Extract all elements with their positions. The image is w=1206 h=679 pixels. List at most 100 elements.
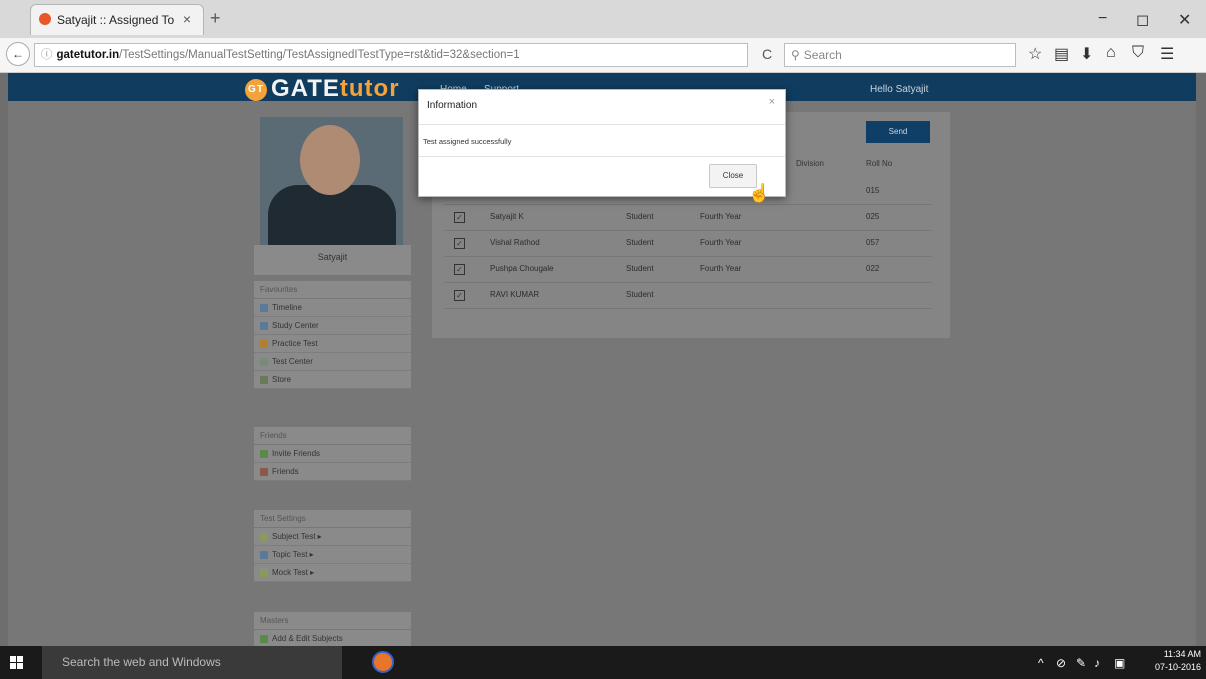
menu-study-center[interactable]: Study Center (254, 317, 411, 335)
menu-subject-test[interactable]: Subject Test ▸ (254, 528, 411, 546)
name-cell: Satyajit K (490, 212, 524, 221)
restore-button[interactable]: ◻ (1136, 10, 1149, 30)
tab-close-icon[interactable]: × (183, 11, 191, 27)
role-cell: Student (626, 238, 654, 247)
store-icon (260, 375, 268, 384)
logo-sub: tutor (339, 75, 400, 102)
downloads-icon[interactable]: ⬇ (1080, 44, 1093, 64)
reload-button[interactable]: C (756, 43, 778, 65)
masters-title: Masters (254, 612, 411, 630)
home-icon[interactable]: ⌂ (1106, 44, 1116, 62)
menu-label: Study Center (272, 321, 319, 330)
menu-icon[interactable]: ☰ (1160, 44, 1174, 64)
row-checkbox[interactable]: ✓ (454, 264, 465, 275)
search-icon: ⚲ (791, 48, 800, 62)
invite-friends-icon (260, 449, 268, 458)
network-icon[interactable]: ⊘ (1056, 656, 1066, 670)
column-header-roll-no: Roll No (866, 159, 893, 168)
pen-icon[interactable]: ✎ (1076, 656, 1086, 670)
system-clock[interactable]: 11:34 AM 07-10-2016 (1155, 648, 1201, 674)
favourites-section: Favourites Timeline Study Center Practic… (254, 281, 411, 389)
timeline-icon (260, 303, 268, 312)
row-checkbox[interactable]: ✓ (454, 290, 465, 301)
bookmark-star-icon[interactable]: ☆ (1028, 44, 1042, 64)
roll-cell: 015 (866, 186, 880, 195)
table-row: ✓ Vishal Rathod Student Fourth Year 057 (444, 230, 932, 257)
address-bar[interactable]: ⓘ gatetutor.in/TestSettings/ManualTestSet… (34, 43, 748, 67)
table-row: ✓ RAVI KUMAR Student (444, 282, 932, 309)
window-close-button[interactable]: ✕ (1178, 10, 1191, 30)
information-modal: Information × Test assigned successfully… (418, 89, 786, 197)
menu-test-center[interactable]: Test Center (254, 353, 411, 371)
test-center-icon (260, 357, 268, 366)
name-cell: Pushpa Chougale (490, 264, 554, 273)
roll-cell: 057 (866, 238, 880, 247)
subject-test-icon (260, 532, 268, 541)
menu-label: Subject Test ▸ (272, 532, 322, 541)
windows-start-icon[interactable] (10, 656, 24, 670)
name-cell: RAVI KUMAR (490, 290, 540, 299)
show-hidden-icons-icon[interactable]: ^ (1038, 656, 1044, 670)
roll-cell: 025 (866, 212, 880, 221)
hand-cursor-icon: ☝ (748, 183, 771, 203)
minimize-button[interactable]: − (1098, 10, 1107, 28)
firefox-taskbar-icon[interactable] (372, 651, 394, 673)
modal-message: Test assigned successfully (423, 137, 512, 146)
topic-test-icon (260, 550, 268, 559)
role-cell: Student (626, 212, 654, 221)
profile-username: Satyajit (254, 245, 411, 275)
role-cell: Student (626, 290, 654, 299)
pocket-icon[interactable]: ⛉ (1132, 44, 1144, 62)
menu-label: Store (272, 375, 292, 384)
info-icon[interactable]: ⓘ (35, 49, 57, 61)
role-cell: Student (626, 264, 654, 273)
menu-label: Test Center (272, 357, 313, 366)
menu-label: Timeline (272, 303, 302, 312)
notifications-icon[interactable]: ▣ (1114, 656, 1125, 670)
site-logo[interactable]: GT GATEtutor (245, 75, 400, 103)
year-cell: Fourth Year (700, 238, 742, 247)
reading-list-icon[interactable]: ▤ (1054, 44, 1069, 64)
profile-photo-head (300, 125, 360, 195)
browser-search-input[interactable]: ⚲ Search (784, 43, 1016, 67)
menu-label: Topic Test ▸ (272, 550, 314, 559)
menu-friends[interactable]: Friends (254, 463, 411, 481)
modal-divider (419, 156, 785, 157)
menu-practice-test[interactable]: Practice Test (254, 335, 411, 353)
name-cell: Vishal Rathod (490, 238, 540, 247)
send-button[interactable]: Send (866, 121, 930, 143)
modal-close-icon[interactable]: × (769, 96, 775, 108)
friends-icon (260, 467, 268, 476)
modal-divider (419, 124, 785, 125)
year-cell: Fourth Year (700, 264, 742, 273)
row-checkbox[interactable]: ✓ (454, 212, 465, 223)
tab-title: Satyajit :: Assigned To (57, 13, 175, 27)
new-tab-button[interactable]: + (210, 8, 221, 29)
taskbar-search-input[interactable]: Search the web and Windows (42, 646, 342, 679)
test-settings-title: Test Settings (254, 510, 411, 528)
url-host: gatetutor.in (56, 49, 120, 61)
practice-test-icon (260, 339, 268, 348)
menu-topic-test[interactable]: Topic Test ▸ (254, 546, 411, 564)
logo-main: GATE (271, 75, 340, 102)
back-button[interactable]: ← (6, 42, 30, 66)
menu-mock-test[interactable]: Mock Test ▸ (254, 564, 411, 582)
menu-label: Invite Friends (272, 449, 321, 458)
table-row: ✓ Pushpa Chougale Student Fourth Year 02… (444, 256, 932, 283)
column-header-division: Division (796, 159, 825, 168)
volume-icon[interactable]: ♪ (1094, 656, 1100, 670)
menu-label: Add & Edit Subjects (272, 634, 343, 643)
menu-store[interactable]: Store (254, 371, 411, 389)
user-greeting[interactable]: Hello Satyajit (870, 84, 928, 95)
row-checkbox[interactable]: ✓ (454, 238, 465, 249)
table-row: ✓ Satyajit K Student Fourth Year 025 (444, 204, 932, 231)
roll-cell: 022 (866, 264, 880, 273)
subjects-icon (260, 634, 268, 643)
browser-tab[interactable]: Satyajit :: Assigned To × (30, 4, 204, 35)
menu-add-edit-subjects[interactable]: Add & Edit Subjects (254, 630, 411, 646)
menu-invite-friends[interactable]: Invite Friends (254, 445, 411, 463)
menu-label: Friends (272, 467, 299, 476)
search-placeholder: Search (803, 48, 842, 62)
menu-timeline[interactable]: Timeline (254, 299, 411, 317)
mock-test-icon (260, 568, 268, 577)
